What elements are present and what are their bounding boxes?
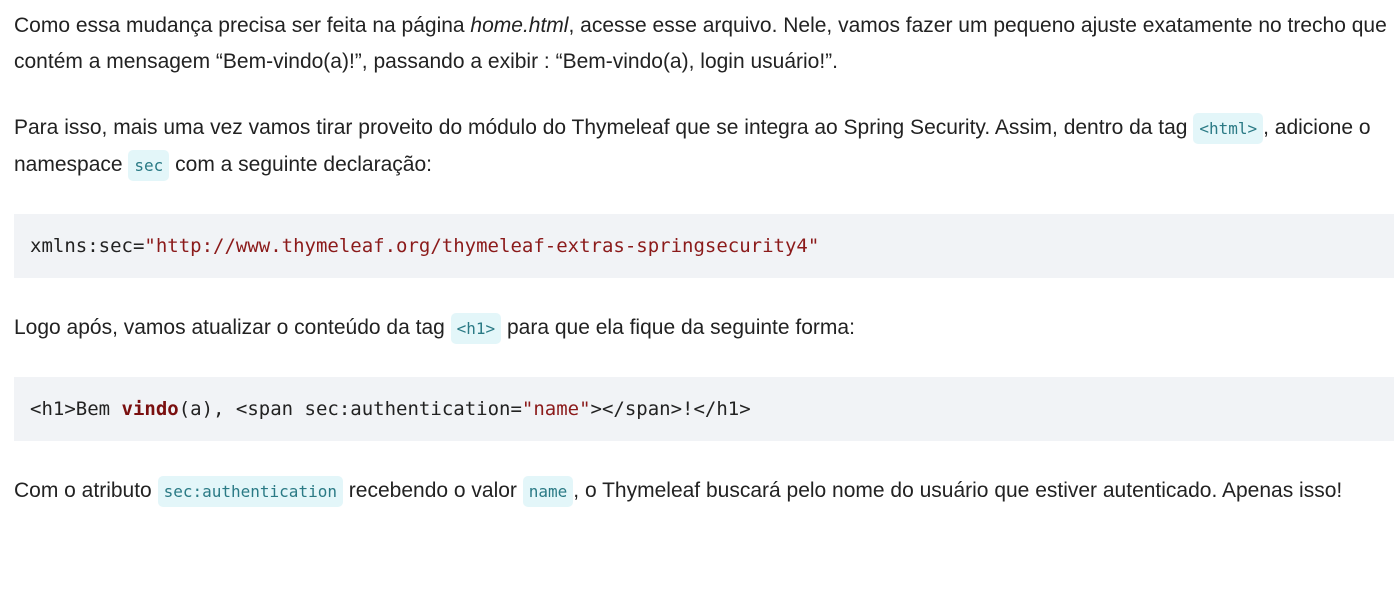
code-string: "http://www.thymeleaf.org/thymeleaf-extr… [144, 235, 820, 257]
paragraph-text: , o Thymeleaf buscará pelo nome do usuár… [573, 479, 1343, 502]
inline-code-h1-tag: <h1> [450, 313, 502, 344]
inline-code-html-tag: <html> [1193, 113, 1264, 144]
paragraph-text: para que ela fique da seguinte forma: [501, 316, 855, 339]
code-block-h1: <h1>Bem vindo(a), <span sec:authenticati… [14, 377, 1394, 441]
paragraph-intro: Como essa mudança precisa ser feita na p… [14, 8, 1394, 80]
inline-code-name: name [522, 476, 574, 507]
paragraph-text: Logo após, vamos atualizar o conteúdo da… [14, 316, 451, 339]
article-content: Como essa mudança precisa ser feita na p… [0, 0, 1394, 510]
paragraph-text: com a seguinte declaração: [169, 153, 432, 176]
inline-code-sec: sec [128, 150, 170, 181]
paragraph-text: Como essa mudança precisa ser feita na p… [14, 14, 471, 37]
paragraph-text: Para isso, mais uma vez vamos tirar prov… [14, 116, 1194, 139]
paragraph-text: recebendo o valor [342, 479, 523, 502]
code-attribute: xmlns:sec= [30, 235, 145, 257]
inline-code-sec-authentication: sec:authentication [157, 476, 343, 507]
file-name-emphasis: home.html [470, 14, 569, 37]
code-block-namespace: xmlns:sec="http://www.thymeleaf.org/thym… [14, 214, 1394, 278]
paragraph-namespace: Para isso, mais uma vez vamos tirar prov… [14, 110, 1394, 184]
code-string: "name" [521, 398, 591, 420]
code-text: ></span>!</h1> [590, 398, 751, 420]
paragraph-text: Com o atributo [14, 479, 158, 502]
code-keyword: vindo [121, 398, 179, 420]
code-text: (a), <span sec:authentication= [178, 398, 522, 420]
code-text: <h1>Bem [30, 398, 122, 420]
paragraph-authentication: Com o atributo sec:authentication recebe… [14, 473, 1394, 510]
paragraph-h1: Logo após, vamos atualizar o conteúdo da… [14, 310, 1394, 347]
